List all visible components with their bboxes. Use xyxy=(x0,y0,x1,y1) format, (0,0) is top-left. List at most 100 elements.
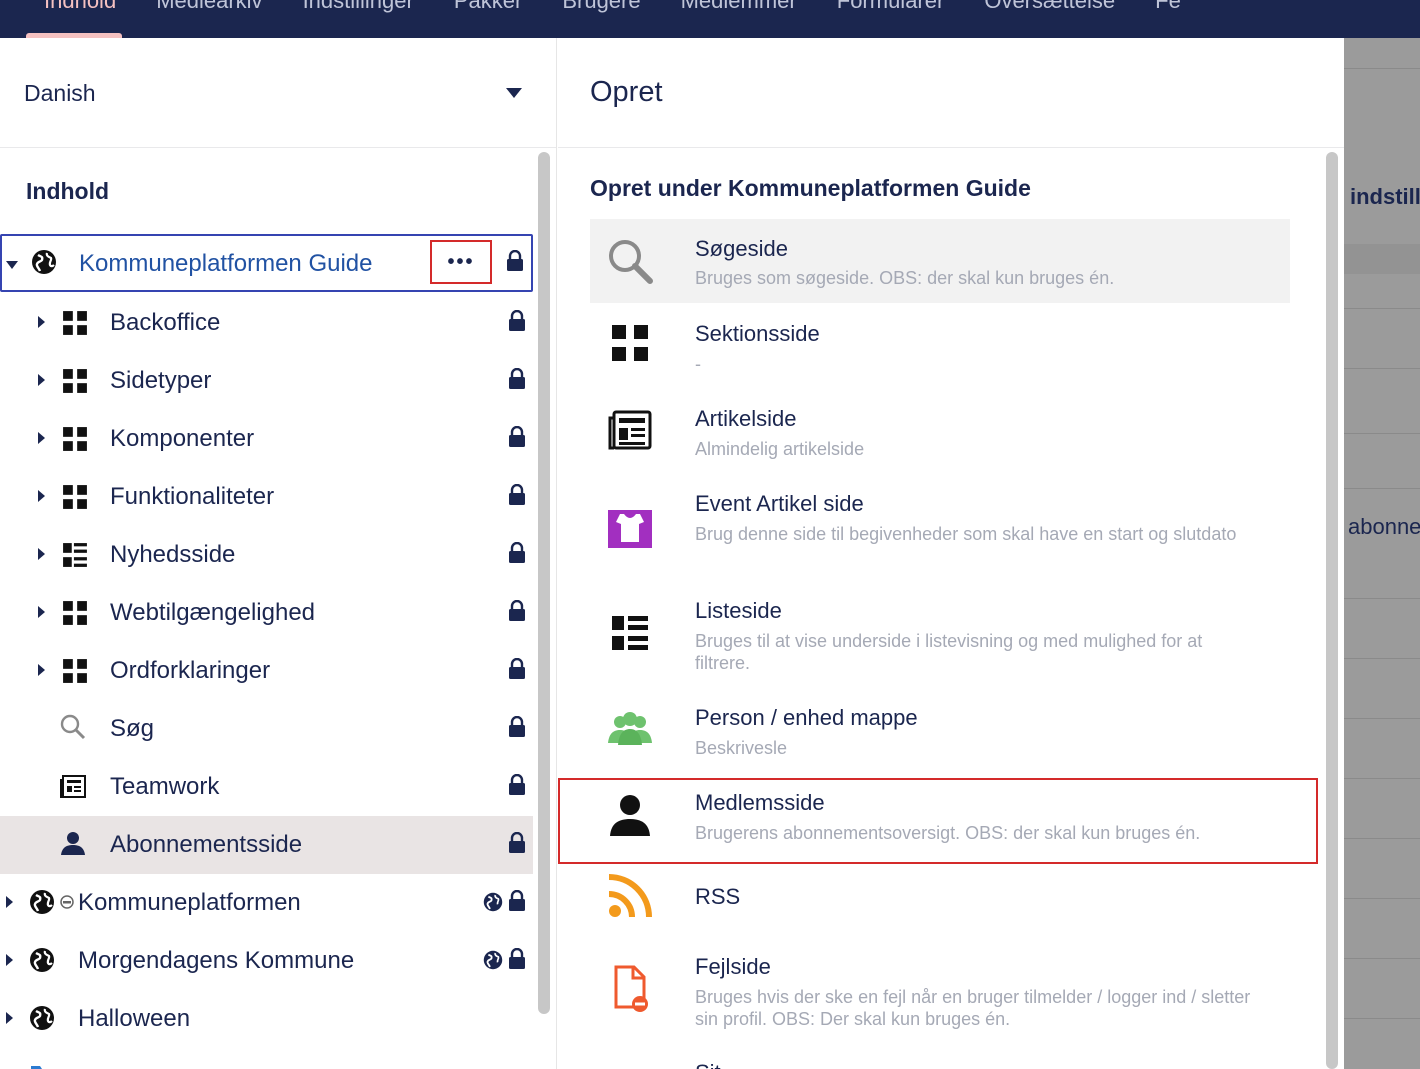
lock-icon xyxy=(509,542,525,563)
culture-globe-icon xyxy=(483,950,503,970)
doctype-rss[interactable]: RSS xyxy=(590,864,1290,934)
rss-icon xyxy=(608,874,652,918)
tree-node-funktionaliteter[interactable]: Funktionaliteter xyxy=(0,468,533,526)
nav-item-indhold[interactable]: Indhold xyxy=(24,0,136,14)
more-actions-button[interactable]: ••• xyxy=(430,240,492,284)
expand-arrow-icon[interactable] xyxy=(38,374,45,386)
tree-heading: Indhold xyxy=(26,178,110,204)
lock-icon xyxy=(509,774,525,795)
nav-item-truncated[interactable]: Fe xyxy=(1135,0,1201,14)
create-scrollbar[interactable] xyxy=(1326,152,1338,1069)
doctype-sektionsside[interactable]: Sektionsside - xyxy=(590,303,1290,388)
doctype-soegeside[interactable]: Søgeside Bruges som søgeside. OBS: der s… xyxy=(590,219,1290,303)
tree-node-label[interactable]: Webtilgængelighed xyxy=(110,599,315,627)
lock-icon xyxy=(509,310,525,331)
tree-node-label[interactable]: Funktionaliteter xyxy=(110,483,274,511)
list-icon xyxy=(63,543,87,567)
culture-globe-icon xyxy=(483,892,503,912)
tree-node-label[interactable]: Nyhedsside xyxy=(110,541,235,569)
doctype-description: Bruges til at vise underside i listevisn… xyxy=(695,631,1203,673)
doctype-listeside[interactable]: Listeside Bruges til at vise underside i… xyxy=(590,580,1290,687)
tree-node-label[interactable]: Ordforklaringer xyxy=(110,657,270,685)
tree-node-nyhedsside[interactable]: Nyhedsside xyxy=(0,526,533,584)
tree-node-webtilgaengelighed[interactable]: Webtilgængelighed xyxy=(0,584,533,642)
doctype-person-enhed-mappe[interactable]: Person / enhed mappe Beskrivesle xyxy=(590,687,1290,772)
tree-node-ordforklaringer[interactable]: Ordforklaringer xyxy=(0,642,533,700)
lock-icon xyxy=(509,890,525,911)
expand-arrow-icon[interactable] xyxy=(6,954,13,966)
tree-node-backoffice[interactable]: Backoffice xyxy=(0,294,533,352)
nav-item-mediearkiv[interactable]: Mediearkiv xyxy=(136,0,282,14)
tree-node-label[interactable]: Teamwork xyxy=(110,773,219,801)
expand-arrow-icon[interactable] xyxy=(38,432,45,444)
dimmed-background: indstill abonne xyxy=(1344,38,1420,1069)
doctype-fejlside[interactable]: Fejlside Bruges hvis der ske en fejl når… xyxy=(590,934,1290,1044)
tree-node-label[interactable]: Søg xyxy=(110,715,154,743)
tree-node-komponenter[interactable]: Komponenter xyxy=(0,410,533,468)
tree-node-morgendagens-kommune[interactable]: Morgendagens Kommune xyxy=(0,932,533,990)
expand-arrow-icon[interactable] xyxy=(38,316,45,328)
content-tree-panel: Danish Indhold Kommuneplatformen Guide •… xyxy=(0,38,557,1069)
nav-item-pakker[interactable]: Pakker xyxy=(434,0,542,14)
tree-node-label[interactable]: Komponenter xyxy=(110,425,254,453)
article-icon xyxy=(608,410,652,450)
tree-node-label[interactable]: Morgendagens Kommune xyxy=(78,947,354,975)
expand-arrow-icon[interactable] xyxy=(6,896,13,908)
create-panel-title: Opret xyxy=(590,76,663,108)
tree-node-abonnementsside[interactable]: Abonnementsside xyxy=(0,816,533,874)
tree-node-label[interactable]: Backoffice xyxy=(110,309,220,337)
article-icon xyxy=(60,775,86,798)
nav-item-formularer[interactable]: Formularer xyxy=(817,0,965,14)
globe-icon xyxy=(32,250,56,274)
expand-arrow-icon[interactable] xyxy=(38,606,45,618)
tree-node-sidetyper[interactable]: Sidetyper xyxy=(0,352,533,410)
tree-node-label[interactable]: Halloween xyxy=(78,1005,190,1033)
folder-icon xyxy=(31,1066,55,1069)
lock-icon xyxy=(509,368,525,389)
background-text-settings: indstill xyxy=(1350,184,1420,209)
lock-icon xyxy=(509,832,525,853)
globe-icon xyxy=(30,890,54,914)
tree-node-label[interactable]: Kommuneplatformen Guide xyxy=(79,250,372,278)
lock-icon xyxy=(507,250,523,271)
doctype-name: Sektionsside xyxy=(695,321,820,346)
nav-item-oversaettelse[interactable]: Oversættelse xyxy=(964,0,1135,14)
doctype-name: Fejlside xyxy=(695,954,771,979)
doctype-description: Brug denne side til begivenheder som ska… xyxy=(695,524,1237,544)
tree-scrollbar[interactable] xyxy=(538,152,550,1014)
tree-node-label[interactable]: Kommuneplatformen xyxy=(78,889,301,917)
create-panel: Opret Opret under Kommuneplatformen Guid… xyxy=(558,38,1344,1069)
nav-item-brugere[interactable]: Brugere xyxy=(542,0,660,14)
doctype-event-artikel-side[interactable]: Event Artikel side Brug denne side til b… xyxy=(590,473,1290,580)
error-page-icon xyxy=(614,965,648,1012)
doctype-artikelside[interactable]: Artikelside Almindelig artikelside xyxy=(590,388,1290,473)
language-value: Danish xyxy=(24,80,96,106)
expand-arrow-icon[interactable] xyxy=(6,1012,13,1024)
language-selector[interactable]: Danish xyxy=(0,38,556,148)
section-grid-icon xyxy=(612,325,648,361)
collapse-arrow-icon[interactable] xyxy=(6,261,18,269)
user-icon xyxy=(61,832,85,855)
tree-node-label[interactable]: Sidetyper xyxy=(110,367,211,395)
nav-item-medlemmer[interactable]: Medlemmer xyxy=(661,0,817,14)
tree-node-kommuneplatformen[interactable]: Kommuneplatformen xyxy=(0,874,533,932)
doctype-description: Almindelig artikelside xyxy=(695,439,865,459)
tree-node-teamwork[interactable]: Teamwork xyxy=(0,758,533,816)
tree-node-kommuneplatformen-guide[interactable]: Kommuneplatformen Guide ••• xyxy=(0,234,533,292)
nav-item-indstillinger[interactable]: Indstillinger xyxy=(283,0,434,14)
tree-node-halloween[interactable]: Halloween xyxy=(0,990,533,1048)
expand-arrow-icon[interactable] xyxy=(38,664,45,676)
expand-arrow-icon[interactable] xyxy=(38,490,45,502)
tree-node-label[interactable]: Abonnementsside xyxy=(110,831,302,859)
create-under-heading: Opret under Kommuneplatformen Guide xyxy=(590,175,1031,201)
section-grid-icon xyxy=(63,485,87,509)
doctype-partial[interactable]: Sit xyxy=(590,1048,1290,1069)
doctype-description: Bruges hvis der ske en fejl når en bruge… xyxy=(695,987,1251,1029)
expand-arrow-icon[interactable] xyxy=(38,548,45,560)
list-icon xyxy=(612,616,648,650)
tree-node-soeg[interactable]: Søg xyxy=(0,700,533,758)
background-text-subscription: abonne xyxy=(1348,514,1420,539)
section-grid-icon xyxy=(63,369,87,393)
event-icon xyxy=(608,510,652,548)
lock-icon xyxy=(509,600,525,621)
